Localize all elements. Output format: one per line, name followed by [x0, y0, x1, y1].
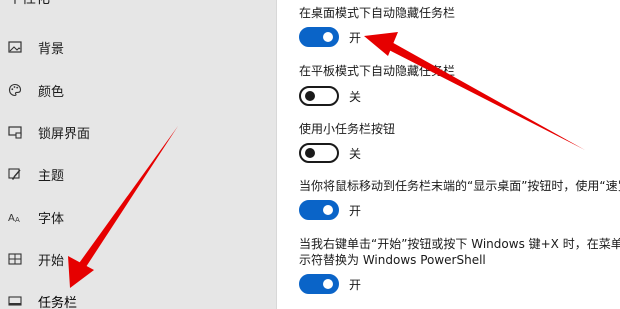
taskbar-settings-panel: 在桌面模式下自动隐藏任务栏 开 在平板模式下自动隐藏任务栏 关 使用小任务栏按钮…: [277, 0, 620, 309]
sidebar-item-lock-screen[interactable]: 锁屏界面: [0, 118, 276, 146]
toggle-state-label: 开: [349, 278, 362, 292]
toggle-knob: [305, 91, 315, 101]
toggle-knob: [323, 205, 333, 215]
toggle-state-label: 关: [349, 90, 362, 104]
start-grid-icon: [8, 252, 22, 266]
toggle-knob: [305, 148, 315, 158]
sidebar: 个性化 背景 颜色 锁屏界面 主题 A: [0, 0, 276, 309]
toggle-knob: [323, 279, 333, 289]
setting-label-powershell-line2: 示符替换为 Windows PowerShell: [299, 253, 486, 267]
toggle-autohide-tablet[interactable]: [299, 86, 339, 106]
toggle-autohide-desktop[interactable]: [299, 27, 339, 47]
settings-window: 个性化 背景 颜色 锁屏界面 主题 A: [0, 0, 620, 309]
toggle-powershell[interactable]: [299, 274, 339, 294]
toggle-state-label: 开: [349, 31, 362, 45]
sidebar-item-colors[interactable]: 颜色: [0, 76, 276, 104]
sidebar-item-fonts[interactable]: AA 字体: [0, 203, 276, 231]
setting-label-autohide-tablet: 在平板模式下自动隐藏任务栏: [299, 64, 456, 78]
sidebar-item-label: 任务栏: [38, 296, 78, 309]
setting-label-peek: 当你将鼠标移动到任务栏末端的“显示桌面”按钮时，使用“速览”预览桌面: [299, 179, 620, 193]
sidebar-item-label: 开始: [38, 254, 65, 269]
setting-label-autohide-desktop: 在桌面模式下自动隐藏任务栏: [299, 6, 456, 20]
toggle-peek[interactable]: [299, 200, 339, 220]
palette-icon: [8, 83, 22, 97]
sidebar-item-label: 颜色: [38, 85, 65, 100]
setting-label-small-buttons: 使用小任务栏按钮: [299, 122, 396, 136]
sidebar-item-themes[interactable]: 主题: [0, 160, 276, 188]
font-icon: AA: [8, 210, 22, 224]
sidebar-item-background[interactable]: 背景: [0, 33, 276, 61]
sidebar-section-title: 个性化: [8, 0, 50, 8]
sidebar-item-start[interactable]: 开始: [0, 245, 276, 273]
svg-text:A: A: [8, 213, 15, 224]
picture-icon: [8, 40, 22, 54]
theme-brush-icon: [8, 167, 22, 181]
toggle-state-label: 关: [349, 147, 362, 161]
svg-text:A: A: [15, 216, 20, 224]
sidebar-item-label: 字体: [38, 212, 65, 227]
setting-label-powershell-line1: 当我右键单击“开始”按钮或按下 Windows 键+X 时，在菜单中将命令提: [299, 237, 620, 251]
lock-screen-icon: [8, 125, 22, 139]
sidebar-item-label: 背景: [38, 42, 65, 57]
sidebar-item-label: 锁屏界面: [38, 127, 91, 142]
sidebar-item-taskbar[interactable]: 任务栏: [0, 287, 276, 309]
toggle-knob: [323, 32, 333, 42]
toggle-state-label: 开: [349, 204, 362, 218]
taskbar-icon: [8, 294, 22, 308]
sidebar-item-label: 主题: [38, 169, 65, 184]
toggle-small-buttons[interactable]: [299, 143, 339, 163]
